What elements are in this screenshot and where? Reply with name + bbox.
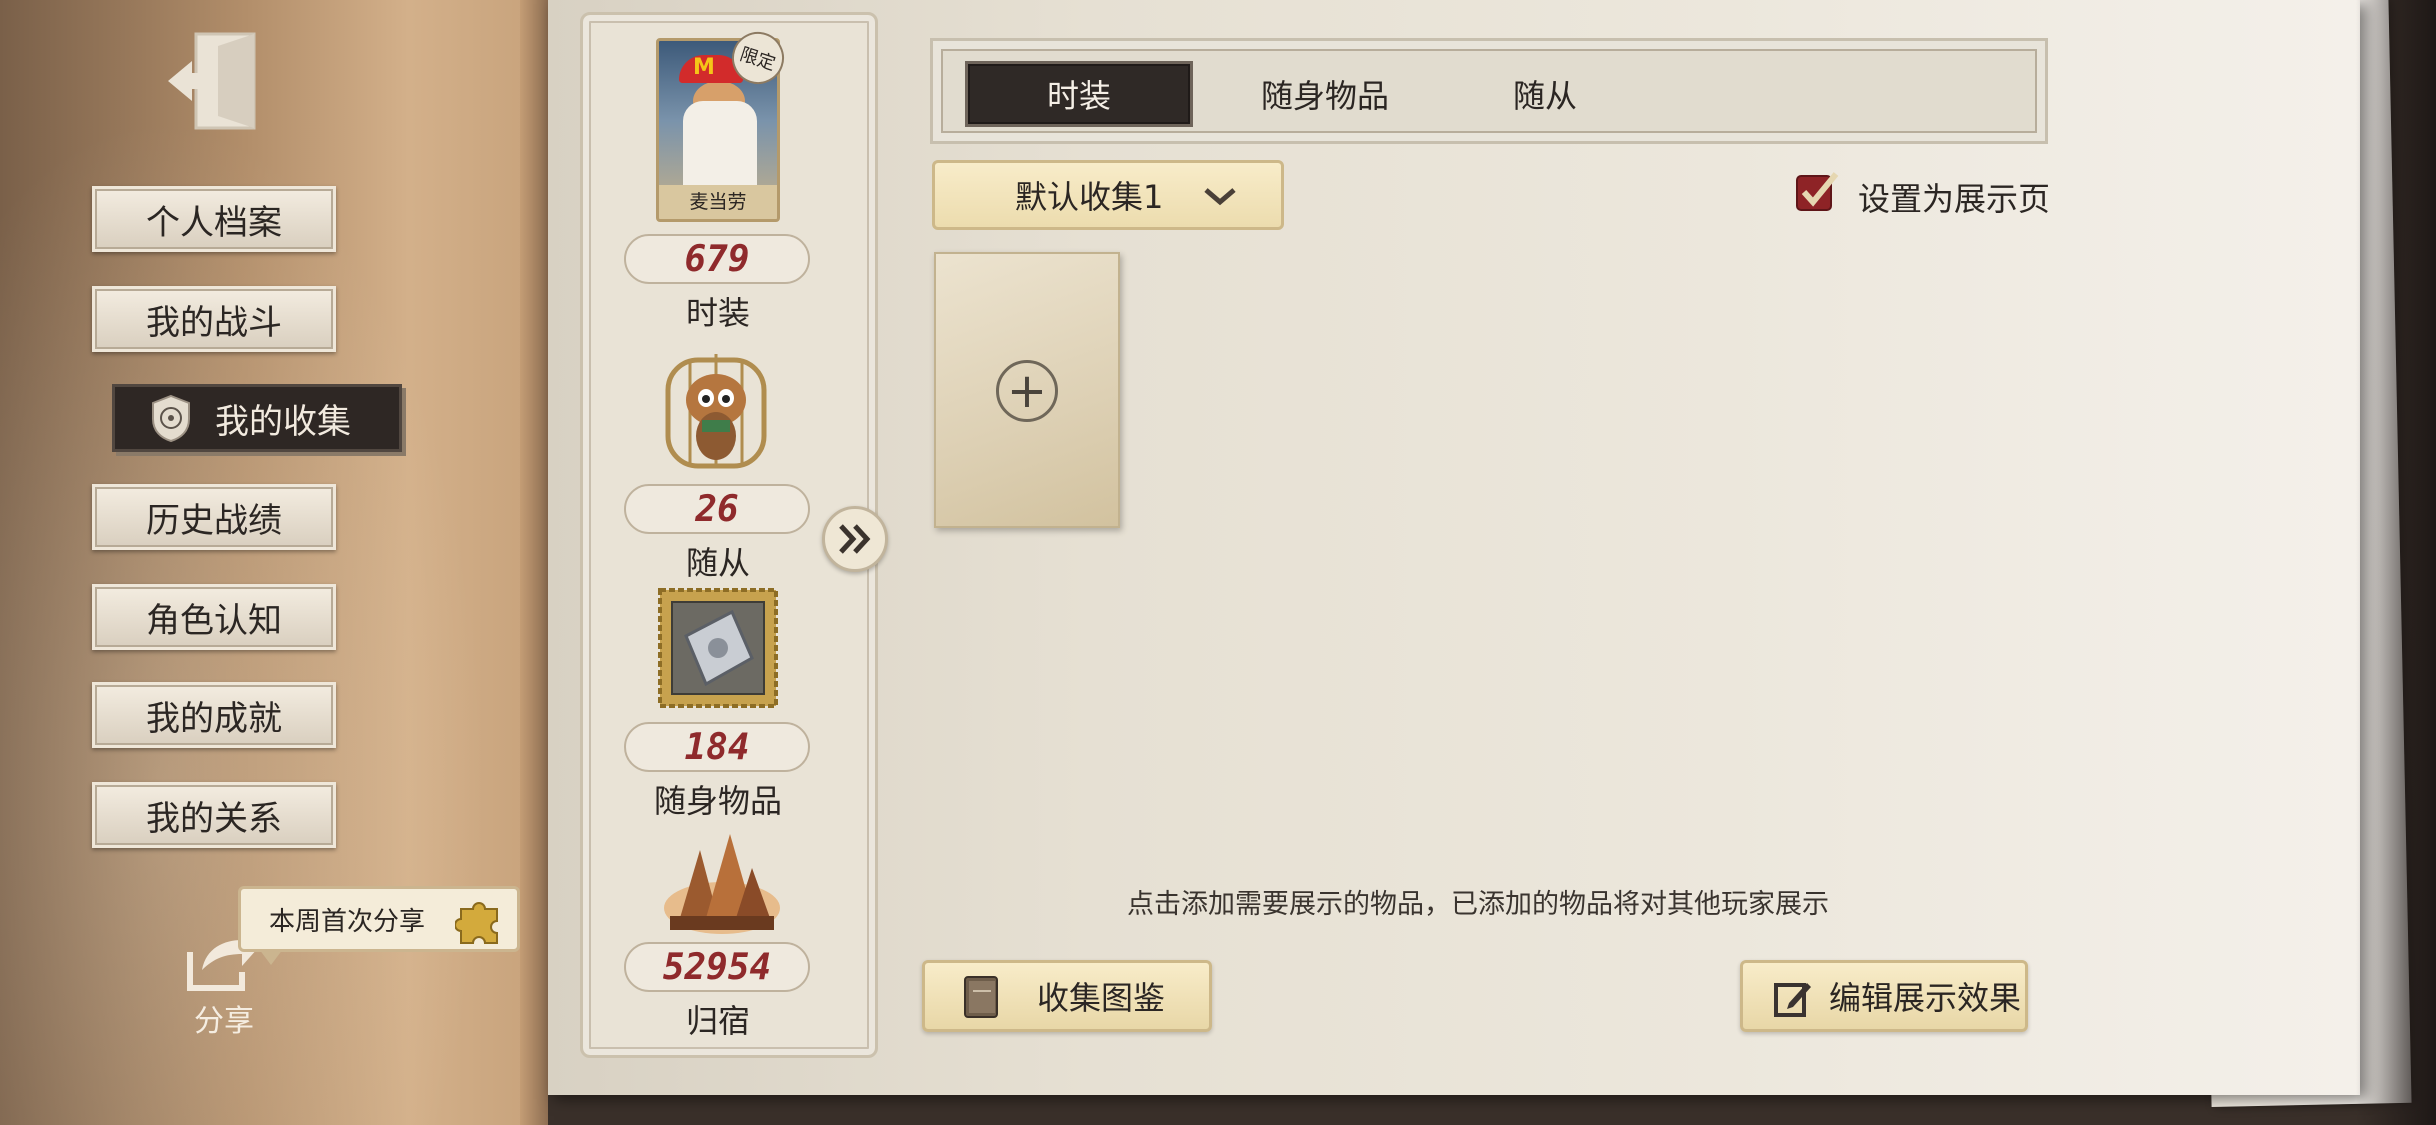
share-bubble-text: 本周首次分享 [269, 906, 426, 937]
sidebar-item-profile[interactable]: 个人档案 [92, 186, 336, 252]
sidebar-item-battles[interactable]: 我的战斗 [92, 286, 336, 352]
book-icon [964, 976, 998, 1018]
pet-stat-label: 随从 [685, 544, 750, 582]
double-chevron-right-icon [839, 524, 871, 554]
showcase-checkbox[interactable] [1794, 170, 1840, 216]
accessory-count: 184 [624, 722, 810, 772]
hint-text: 点击添加需要展示的物品，已添加的物品将对其他玩家展示 [1127, 889, 1829, 920]
sidebar-item-history[interactable]: 历史战绩 [92, 484, 336, 550]
expand-panel-button[interactable] [822, 506, 888, 572]
share-label[interactable]: 分享 [194, 996, 254, 1040]
sidebar-edge [520, 0, 548, 1125]
share-reward-bubble[interactable]: 本周首次分享 [238, 886, 520, 965]
collection-book-button[interactable]: 收集图鉴 [922, 960, 1212, 1032]
tab-accessories[interactable]: 随身物品 [1211, 61, 1439, 127]
sidebar-item-character-cognition[interactable]: 角色认知 [92, 584, 336, 650]
showcase-label[interactable]: 设置为展示页 [1858, 174, 2050, 220]
edge-shadow [2356, 0, 2436, 1125]
plus-icon: + [996, 360, 1058, 422]
costume-count: 679 [624, 234, 810, 284]
costume-name: 麦当劳 [659, 185, 777, 219]
collection-select[interactable]: 默认收集1 [932, 160, 1284, 230]
tab-costume[interactable]: 时装 [965, 61, 1193, 127]
accessory-stat-label: 随身物品 [653, 782, 782, 820]
add-showcase-item-slot[interactable]: + [934, 252, 1120, 528]
collection-select-value: 默认收集1 [1015, 178, 1164, 216]
sidebar-item-relationships[interactable]: 我的关系 [92, 782, 336, 848]
tab-pets[interactable]: 随从 [1431, 61, 1659, 127]
accessory-portrait[interactable] [656, 586, 780, 710]
pet-count: 26 [624, 484, 810, 534]
edit-display-button[interactable]: 编辑展示效果 [1740, 960, 2028, 1032]
puzzle-icon [455, 902, 498, 944]
home-count: 52954 [624, 942, 810, 992]
chevron-down-icon [1204, 188, 1236, 206]
costume-stat-label: 时装 [685, 294, 750, 332]
sidebar-item-label: 我的收集 [215, 401, 351, 442]
exit-icon[interactable] [162, 28, 262, 134]
pet-portrait[interactable] [654, 340, 778, 470]
home-stat-label: 归宿 [685, 1002, 750, 1040]
edit-display-label: 编辑展示效果 [1829, 979, 2022, 1017]
sidebar-item-collection[interactable]: 我的收集 [112, 384, 402, 452]
home-portrait[interactable] [660, 828, 784, 942]
m-logo: M [693, 55, 715, 80]
sidebar-item-achievements[interactable]: 我的成就 [92, 682, 336, 748]
category-tabs: 时装 随身物品 随从 [930, 38, 2048, 144]
character-body [683, 101, 757, 191]
collection-book-label: 收集图鉴 [1037, 979, 1166, 1017]
edit-icon [1774, 983, 1811, 1017]
shield-icon [152, 394, 190, 443]
